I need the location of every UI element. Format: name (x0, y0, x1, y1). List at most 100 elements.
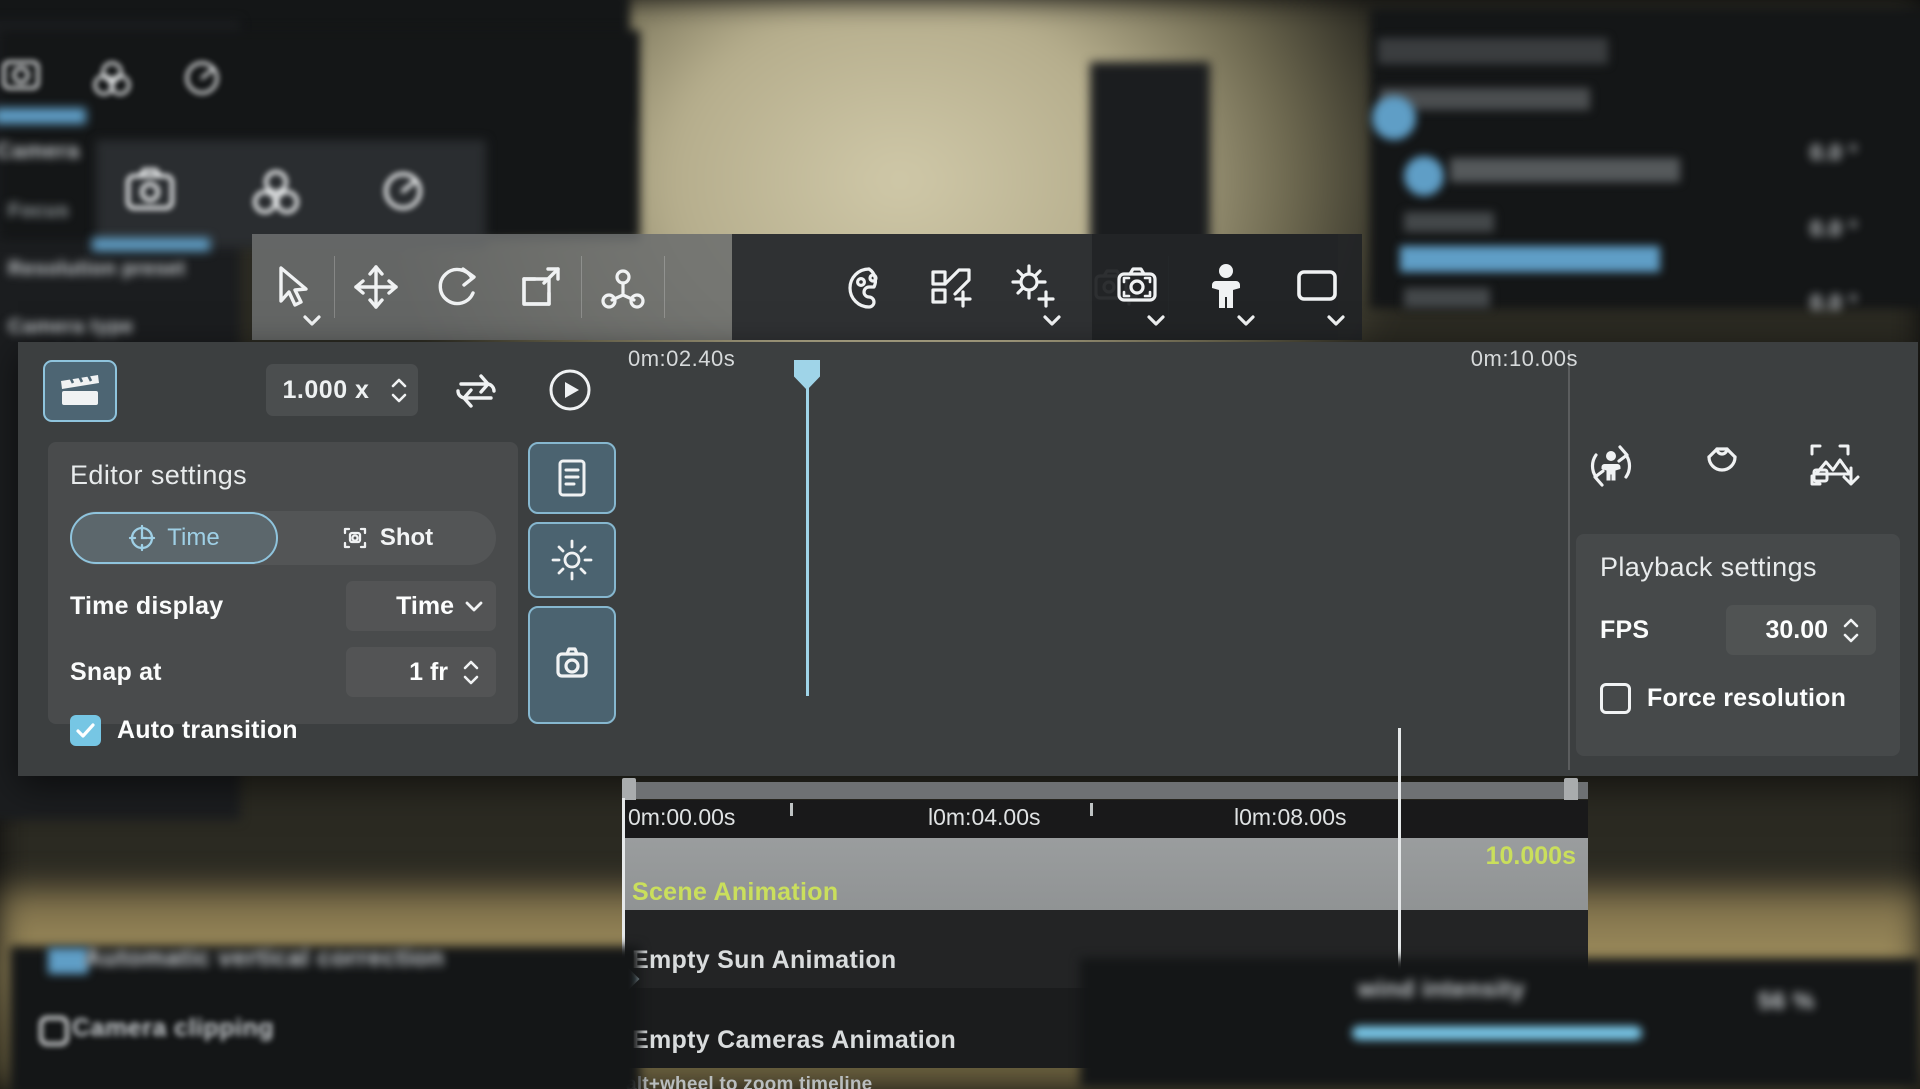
ruler-label-0: 0m:00.00s (628, 804, 736, 830)
editor-settings-title: Editor settings (70, 460, 248, 490)
bg-right-title (1378, 38, 1608, 64)
loop-button[interactable] (452, 368, 500, 412)
select-tool-button[interactable] (252, 234, 334, 340)
right-icon-cluster (1582, 434, 1862, 496)
clapperboard-icon (58, 372, 102, 410)
track-type-rail (528, 442, 616, 724)
snap-at-value: 1 fr (409, 657, 448, 686)
scale-tool-button[interactable] (499, 234, 581, 340)
material-tool-button[interactable] (828, 234, 910, 340)
bg-wind-label: wind intensity (1358, 976, 1526, 1003)
bg-right-row-c (1404, 212, 1494, 232)
bg-sphere-icon (372, 162, 436, 222)
auto-transition-checkbox[interactable] (70, 715, 101, 746)
playhead-handle[interactable] (794, 360, 820, 390)
snap-at-row: Snap at 1 fr (70, 647, 496, 697)
time-display-dropdown[interactable]: Time (346, 581, 496, 631)
bg-wind-slider (1352, 1026, 1642, 1040)
force-resolution-checkbox[interactable] (1600, 683, 1631, 714)
bg-tab-underline (0, 108, 86, 124)
stepper-updown-icon[interactable] (1838, 618, 1864, 643)
play-circle-icon (546, 366, 594, 414)
fps-stepper[interactable]: 30.00 (1726, 605, 1876, 655)
bg-right-dot-2 (1404, 156, 1444, 196)
stepper-updown-icon[interactable] (386, 378, 412, 403)
auto-transition-row[interactable]: Auto transition (70, 715, 496, 746)
rotate-tool-button[interactable] (417, 234, 499, 340)
timeline-end-label: 0m:10.00s (1470, 346, 1578, 371)
playhead-line[interactable] (806, 364, 809, 696)
tab-shot-label: Shot (379, 524, 434, 551)
tab-time[interactable]: Time (70, 512, 278, 564)
clock-target-icon (128, 524, 156, 552)
pivot-tool-button[interactable] (582, 234, 664, 340)
bg-camera-icon (118, 160, 184, 224)
bg-bottom-row-2: Camera clipping (72, 1014, 274, 1042)
playback-settings-card: Playback settings FPS 30.00 Force resolu… (1576, 534, 1900, 756)
reset-pose-button[interactable] (1582, 437, 1640, 493)
mode-segmented-control: Time Shot (70, 511, 496, 565)
force-resolution-label: Force resolution (1647, 684, 1847, 712)
time-display-label: Time display (70, 591, 224, 620)
screen-button[interactable] (1276, 234, 1358, 340)
editor-settings-card: Editor settings Time Shot Time display T… (48, 442, 518, 746)
snap-at-stepper[interactable]: 1 fr (346, 647, 496, 697)
bg-tool-underline (92, 238, 210, 251)
bg-bottom-row-1: Automatic vertical correction (84, 944, 445, 972)
document-icon (553, 456, 591, 500)
loop-icon (452, 368, 500, 412)
add-light-button[interactable] (992, 234, 1074, 340)
camera-shot-button[interactable] (1096, 234, 1178, 340)
bg-right-slider (1400, 246, 1660, 272)
bg-icon-1 (0, 48, 54, 106)
bg-left-row-1: Camera (0, 138, 80, 163)
ruler-label-1: l0m:04.00s (928, 804, 1041, 830)
bg-right-dot-1 (1372, 96, 1416, 140)
playback-settings-title: Playback settings (1600, 552, 1817, 582)
chevron-down-icon (1043, 315, 1061, 326)
chevron-down-icon (1147, 315, 1165, 326)
ruler-label-2: l0m:08.00s (1234, 804, 1347, 830)
bg-icon-2 (86, 52, 140, 104)
playback-speed-value: 1.000 x (282, 375, 370, 404)
timeline-scrollbar[interactable] (622, 782, 1588, 799)
timeline[interactable]: 0m:02.40s 0m:10.00s 0m:00.00s l0m:04.00s… (602, 334, 1588, 1089)
timeline-duration-label: 10.000s (1485, 842, 1576, 870)
camera-track-button[interactable] (528, 606, 616, 724)
clapperboard-button[interactable] (43, 360, 117, 422)
cloth-preset-button[interactable] (1693, 439, 1751, 491)
time-display-value: Time (396, 591, 454, 620)
character-button[interactable] (1186, 234, 1268, 340)
play-button[interactable] (546, 366, 594, 414)
bg-nodes-icon (246, 164, 308, 222)
sun-icon (551, 539, 593, 581)
tab-shot[interactable]: Shot (278, 512, 496, 564)
fps-row: FPS 30.00 (1600, 605, 1876, 655)
bg-right-row-b (1450, 158, 1680, 182)
tab-time-label: Time (167, 524, 220, 551)
bg-right-value-3: 0.0 ° (1810, 290, 1858, 315)
import-image-button[interactable] (1804, 438, 1862, 492)
force-resolution-row[interactable]: Force resolution (1600, 683, 1876, 714)
bg-right-value-2: 0.0 ° (1810, 216, 1858, 241)
timeline-ruler[interactable]: 0m:00.00s l0m:04.00s l0m:08.00s (622, 800, 1588, 838)
screenshot-root: Camera Focus Resolution preset Camera ty… (0, 0, 1920, 1089)
bg-icon-3 (176, 52, 230, 104)
scene-track-button[interactable] (528, 442, 616, 514)
track-label-1: Empty Sun Animation (632, 946, 897, 974)
add-object-button[interactable] (910, 234, 992, 340)
chevron-down-icon (464, 600, 484, 613)
chevron-down-icon (1237, 315, 1255, 326)
bg-right-value-1: 0.0 ° (1810, 140, 1858, 165)
move-tool-button[interactable] (335, 234, 417, 340)
table-row[interactable]: Scene Animation 10.000s (622, 838, 1588, 910)
camera-icon (550, 644, 594, 686)
light-track-button[interactable] (528, 522, 616, 598)
stepper-updown-icon[interactable] (458, 660, 484, 685)
playback-speed-field[interactable]: 1.000 x (266, 364, 418, 416)
panel-divider (1568, 350, 1570, 770)
auto-transition-label: Auto transition (117, 716, 298, 744)
snap-at-label: Snap at (70, 657, 162, 686)
main-toolbar-view (1092, 234, 1362, 340)
timeline-hint: alt+wheel to zoom timeline (626, 1074, 873, 1089)
